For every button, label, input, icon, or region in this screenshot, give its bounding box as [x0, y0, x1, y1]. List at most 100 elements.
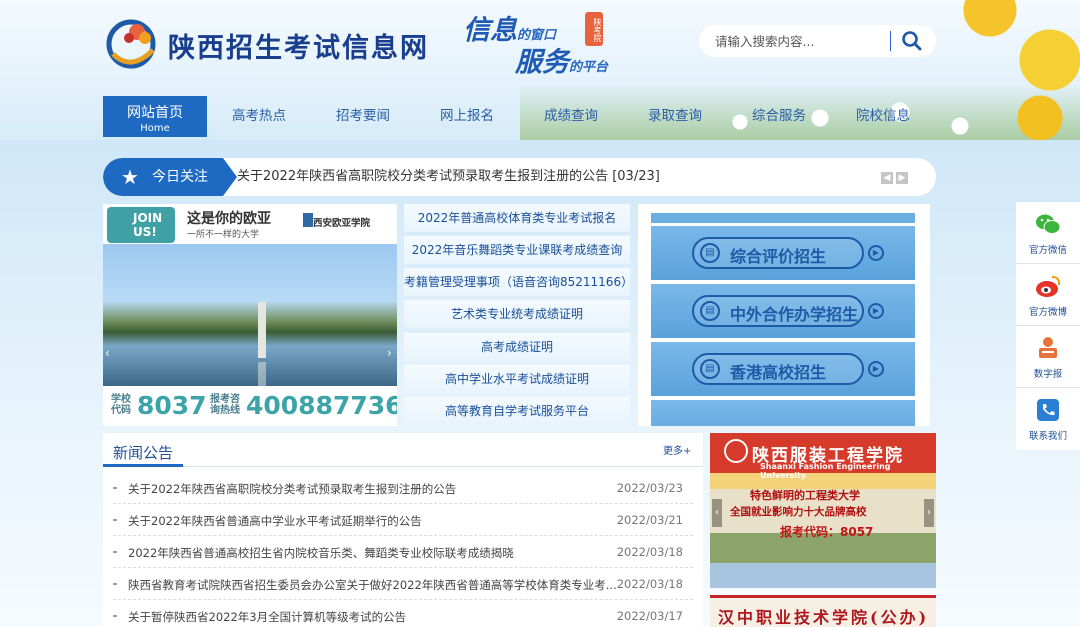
banner-prev-arrow[interactable]: ‹: [105, 344, 115, 362]
nav-services[interactable]: 综合服务: [727, 96, 831, 137]
ticker-label: 今日关注: [152, 169, 208, 185]
banner-subtitle: 一所不一样的大学: [187, 230, 260, 240]
news-more-link[interactable]: 更多+: [663, 442, 691, 457]
sidebar-wechat[interactable]: 官方微信: [1016, 202, 1080, 264]
sidebar-digital-paper[interactable]: 数字报: [1016, 326, 1080, 388]
ticker-label-box: ★ 今日关注: [103, 158, 237, 196]
document-icon: ▤: [700, 301, 720, 321]
ticker-headline[interactable]: 关于2022年陕西省高职院校分类考试预录取考生报到注册的公告 [03/23]: [237, 158, 660, 196]
site-logo[interactable]: [103, 14, 163, 70]
tower-image: [258, 302, 266, 358]
news-item-title[interactable]: 陕西省教育考试院陕西省招生委员会办公室关于做好2022年陕西省普通高等学校体育类…: [128, 577, 617, 593]
ad-prev-arrow[interactable]: ‹: [712, 499, 722, 527]
ticker-prev-button[interactable]: ◀: [881, 172, 893, 184]
admission-cards-panel: ▤ 综合评价招生 ▶ ▤ 中外合作办学招生 ▶ ▤ 香港高校招生 ▶: [638, 204, 930, 426]
school-code: 8037: [137, 391, 207, 420]
nav-gaokao-hot[interactable]: 高考热点: [207, 96, 311, 137]
ad2-school-name: 汉中职业技术学院(公办): [718, 608, 930, 627]
quick-link-sports-register[interactable]: 2022年普通高校体育类专业考试报名: [404, 204, 630, 232]
ticker-next-button[interactable]: ▶: [896, 172, 908, 184]
hotline-label: 报考咨 询热线: [210, 394, 240, 416]
ad1-slogan-2: 全国就业影响力十大品牌高校: [730, 506, 867, 518]
news-item-date: 2022/03/18: [616, 577, 683, 591]
news-item[interactable]: 2022年陕西省普通高校招生省内院校音乐类、舞蹈类专业校际联考成绩揭晓 2022…: [113, 537, 693, 568]
ad1-slogan-1: 特色鲜明的工程类大学: [750, 489, 860, 502]
sidebar-label: 官方微博: [1028, 307, 1067, 318]
ad1-school-en: Shaanxi Fashion Engineering University: [760, 462, 891, 480]
card-more-partial[interactable]: [651, 400, 915, 426]
phone-icon: [1037, 399, 1059, 421]
quick-link-records-service[interactable]: 考籍管理受理事项（语音咨询85211166）: [404, 268, 633, 296]
campus-photo: ‹ ›: [103, 244, 397, 402]
news-item-date: 2022/03/18: [616, 545, 683, 559]
news-divider: [103, 466, 703, 467]
banner-header: JOIN US! 这是你的欧亚 一所不一样的大学 西安欧亚学院: [103, 204, 397, 244]
today-focus-ticker: ★ 今日关注 关于2022年陕西省高职院校分类考试预录取考生报到注册的公告 [0…: [103, 158, 936, 196]
news-item[interactable]: 关于2022年陕西省普通高中学业水平考试延期举行的公告 2022/03/21: [113, 505, 693, 536]
news-item[interactable]: 关于暂停陕西省2022年3月全国计算机等级考试的公告 2022/03/17: [113, 601, 693, 627]
search-input[interactable]: [715, 32, 885, 50]
news-item[interactable]: 陕西省教育考试院陕西省招生委员会办公室关于做好2022年陕西省普通高等学校体育类…: [113, 569, 693, 600]
card-pill: ▤ 中外合作办学招生: [692, 295, 864, 327]
bullet: [113, 583, 117, 585]
quick-link-gaokao-score-cert[interactable]: 高考成绩证明: [404, 333, 630, 361]
quick-link-self-study-platform[interactable]: 高等教育自学考试服务平台: [404, 397, 630, 425]
school-banner[interactable]: JOIN US! 这是你的欧亚 一所不一样的大学 西安欧亚学院 ‹ › 学校 代…: [103, 204, 397, 426]
banner-title: 这是你的欧亚: [187, 211, 271, 227]
star-icon: ★: [121, 165, 139, 189]
sidebar-weibo[interactable]: 官方微博: [1016, 264, 1080, 326]
news-item-date: 2022/03/23: [616, 481, 683, 495]
chevron-right-icon: ▶: [868, 361, 884, 377]
card-hongkong-admission[interactable]: ▤ 香港高校招生 ▶: [651, 342, 915, 396]
weibo-icon: [1036, 276, 1061, 297]
wechat-icon: [1036, 214, 1061, 234]
search-divider: [890, 31, 891, 51]
ad-next-arrow[interactable]: ›: [924, 499, 934, 527]
digital-paper-icon: [1039, 337, 1057, 358]
ad-fashion-university[interactable]: 陕西服装工程学院 Shaanxi Fashion Engineering Uni…: [710, 433, 936, 588]
card-pill: ▤ 香港高校招生: [692, 353, 864, 385]
nav-home-label: 网站首页: [127, 105, 183, 121]
news-item[interactable]: 关于2022年陕西省高职院校分类考试预录取考生报到注册的公告 2022/03/2…: [113, 473, 693, 504]
card-sino-foreign-admission[interactable]: ▤ 中外合作办学招生 ▶: [651, 284, 915, 338]
card-comprehensive-admission[interactable]: ▤ 综合评价招生 ▶: [651, 226, 915, 280]
quick-link-music-dance-score[interactable]: 2022年音乐舞蹈类专业课联考成绩查询: [404, 236, 630, 264]
banner-next-arrow[interactable]: ›: [387, 344, 397, 362]
ad-hanzhong-college[interactable]: 汉中职业技术学院(公办): [710, 595, 936, 627]
site-title[interactable]: 陕西招生考试信息网: [168, 26, 429, 65]
university-seal: [724, 439, 748, 463]
news-item-title[interactable]: 关于2022年陕西省普通高中学业水平考试延期举行的公告: [128, 513, 422, 529]
nav-home-en: Home: [140, 123, 170, 134]
news-item-title[interactable]: 2022年陕西省普通高校招生省内院校音乐类、舞蹈类专业校际联考成绩揭晓: [128, 545, 514, 561]
nav-score-query[interactable]: 成绩查询: [519, 96, 623, 137]
nav-home[interactable]: 网站首页 Home: [103, 96, 207, 137]
floating-sidebar: 官方微信 官方微博 数字报 联系我们: [1016, 202, 1080, 450]
news-item-title[interactable]: 关于2022年陕西省高职院校分类考试预录取考生报到注册的公告: [128, 481, 456, 497]
sidebar-label: 联系我们: [1028, 431, 1067, 442]
panel-top-stripe: [651, 213, 915, 223]
chevron-right-icon: ▶: [868, 303, 884, 319]
search-button[interactable]: [900, 30, 924, 52]
sidebar-label: 数字报: [1033, 369, 1063, 380]
quick-link-hs-level-score-cert[interactable]: 高中学业水平考试成绩证明: [404, 365, 630, 393]
nav-college-info[interactable]: 院校信息: [831, 96, 935, 137]
sidebar-contact[interactable]: 联系我们: [1016, 388, 1080, 450]
news-title[interactable]: 新闻公告: [103, 433, 184, 467]
news-item-date: 2022/03/17: [616, 609, 683, 623]
search-box: [699, 25, 936, 57]
bullet: [113, 519, 117, 521]
card-label: 综合评价招生: [730, 247, 827, 266]
quick-link-art-score-cert[interactable]: 艺术类专业统考成绩证明: [404, 300, 630, 328]
school-logo: [303, 213, 313, 227]
nav-online-register[interactable]: 网上报名: [415, 96, 519, 137]
news-item-title[interactable]: 关于暂停陕西省2022年3月全国计算机等级考试的公告: [128, 609, 406, 625]
document-icon: ▤: [700, 243, 720, 263]
nav-admission-query[interactable]: 录取查询: [623, 96, 727, 137]
join-us-badge: JOIN US!: [107, 207, 175, 243]
nav-exam-news[interactable]: 招考要闻: [311, 96, 415, 137]
banner-school-name: 西安欧亚学院: [313, 218, 371, 229]
slogan-line-2: 服务的平台: [515, 47, 609, 78]
news-item-date: 2022/03/21: [616, 513, 683, 527]
card-pill: ▤ 综合评价招生: [692, 237, 864, 269]
chevron-right-icon: ▶: [868, 245, 884, 261]
